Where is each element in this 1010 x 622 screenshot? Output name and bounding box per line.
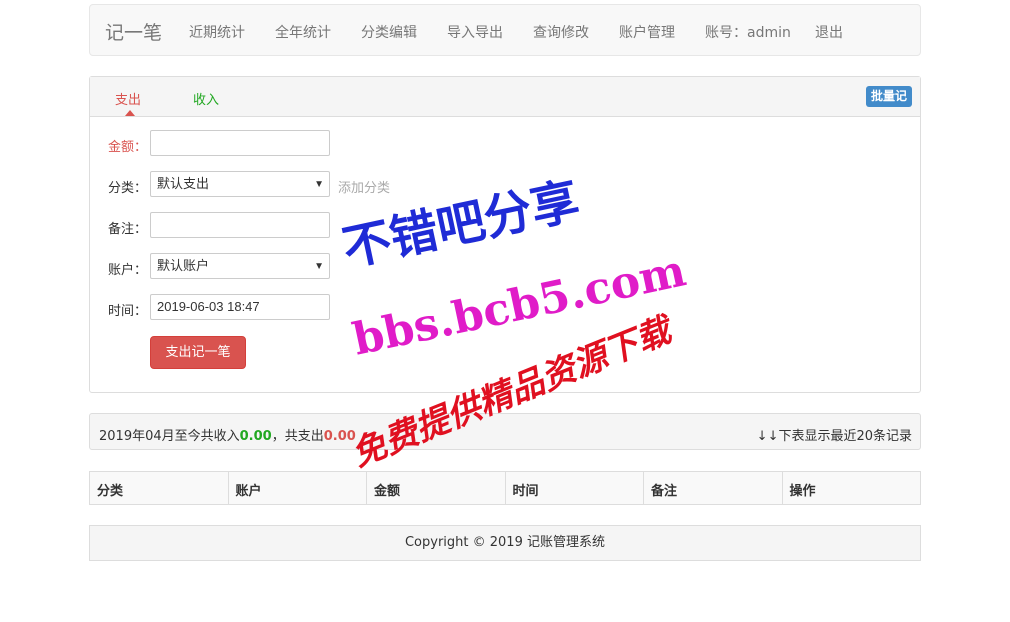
recent-records-note: ↓↓下表显示最近20条记录: [756, 429, 912, 444]
top-navbar: 记一笔 近期统计 全年统计 分类编辑 导入导出 查询修改 账户管理 账号：adm…: [89, 4, 921, 56]
tab-income[interactable]: 收入: [193, 89, 219, 108]
time-label: 时间：: [108, 304, 148, 319]
summary-bar: 2019年04月至今共收入0.00，共支出0.00 ↓↓下表显示最近20条记录: [89, 413, 921, 450]
nav-import-export[interactable]: 导入导出: [447, 22, 503, 42]
dropdown-arrow-icon: ▼: [314, 261, 324, 272]
column-header-time: 时间: [506, 472, 644, 504]
column-header-note: 备注: [644, 472, 783, 504]
nav-query-edit[interactable]: 查询修改: [533, 22, 589, 42]
note-input[interactable]: [150, 212, 330, 238]
batch-entry-button[interactable]: 批量记: [865, 86, 912, 107]
entry-tabs-header: 支出 收入 批量记: [90, 77, 920, 117]
total-expense: 0.00: [323, 429, 356, 444]
add-category-link[interactable]: 添加分类: [338, 177, 390, 196]
category-select-value: 默认支出: [157, 176, 210, 191]
summary-middle: ，共支出: [271, 429, 324, 444]
tab-expense[interactable]: 支出: [115, 89, 141, 108]
nav-logout[interactable]: 退出: [815, 22, 843, 42]
amount-input[interactable]: [150, 130, 330, 156]
entry-panel: 支出 收入 批量记 金额： 分类： 默认支出 ▼ 添加分类 备注： 账户： 默认…: [89, 76, 921, 393]
account-label: 账户：: [108, 263, 148, 278]
submit-expense-button[interactable]: 支出记一笔: [150, 336, 246, 369]
nav-account-manage[interactable]: 账户管理: [619, 22, 675, 42]
nav-yearly-stats[interactable]: 全年统计: [275, 22, 331, 42]
footer: Copyright © 2019 记账管理系统: [89, 525, 921, 561]
nav-category-edit[interactable]: 分类编辑: [361, 22, 417, 42]
column-header-actions: 操作: [789, 484, 816, 499]
column-header-amount: 金额: [367, 472, 506, 504]
summary-prefix: 2019年04月至今共收入: [99, 429, 240, 444]
brand-title[interactable]: 记一笔: [105, 18, 162, 45]
amount-label: 金额：: [108, 140, 148, 155]
total-income: 0.00: [239, 429, 272, 444]
account-select-value: 默认账户: [157, 258, 210, 273]
dropdown-arrow-icon: ▼: [314, 179, 324, 190]
time-input[interactable]: 2019-06-03 18:47: [150, 294, 330, 320]
nav-recent-stats[interactable]: 近期统计: [189, 22, 245, 42]
nav-user-account[interactable]: 账号：admin: [705, 22, 791, 42]
active-tab-indicator: [125, 110, 135, 116]
category-label: 分类：: [108, 181, 148, 196]
records-table-header: 分类 账户 金额 时间 备注 操作: [89, 471, 921, 505]
note-label: 备注：: [108, 222, 148, 237]
summary-text: 2019年04月至今共收入0.00，共支出0.00: [99, 425, 356, 444]
category-select[interactable]: 默认支出 ▼: [150, 171, 330, 197]
account-select[interactable]: 默认账户 ▼: [150, 253, 330, 279]
column-header-account: 账户: [229, 472, 367, 504]
column-header-category: 分类: [90, 472, 229, 504]
